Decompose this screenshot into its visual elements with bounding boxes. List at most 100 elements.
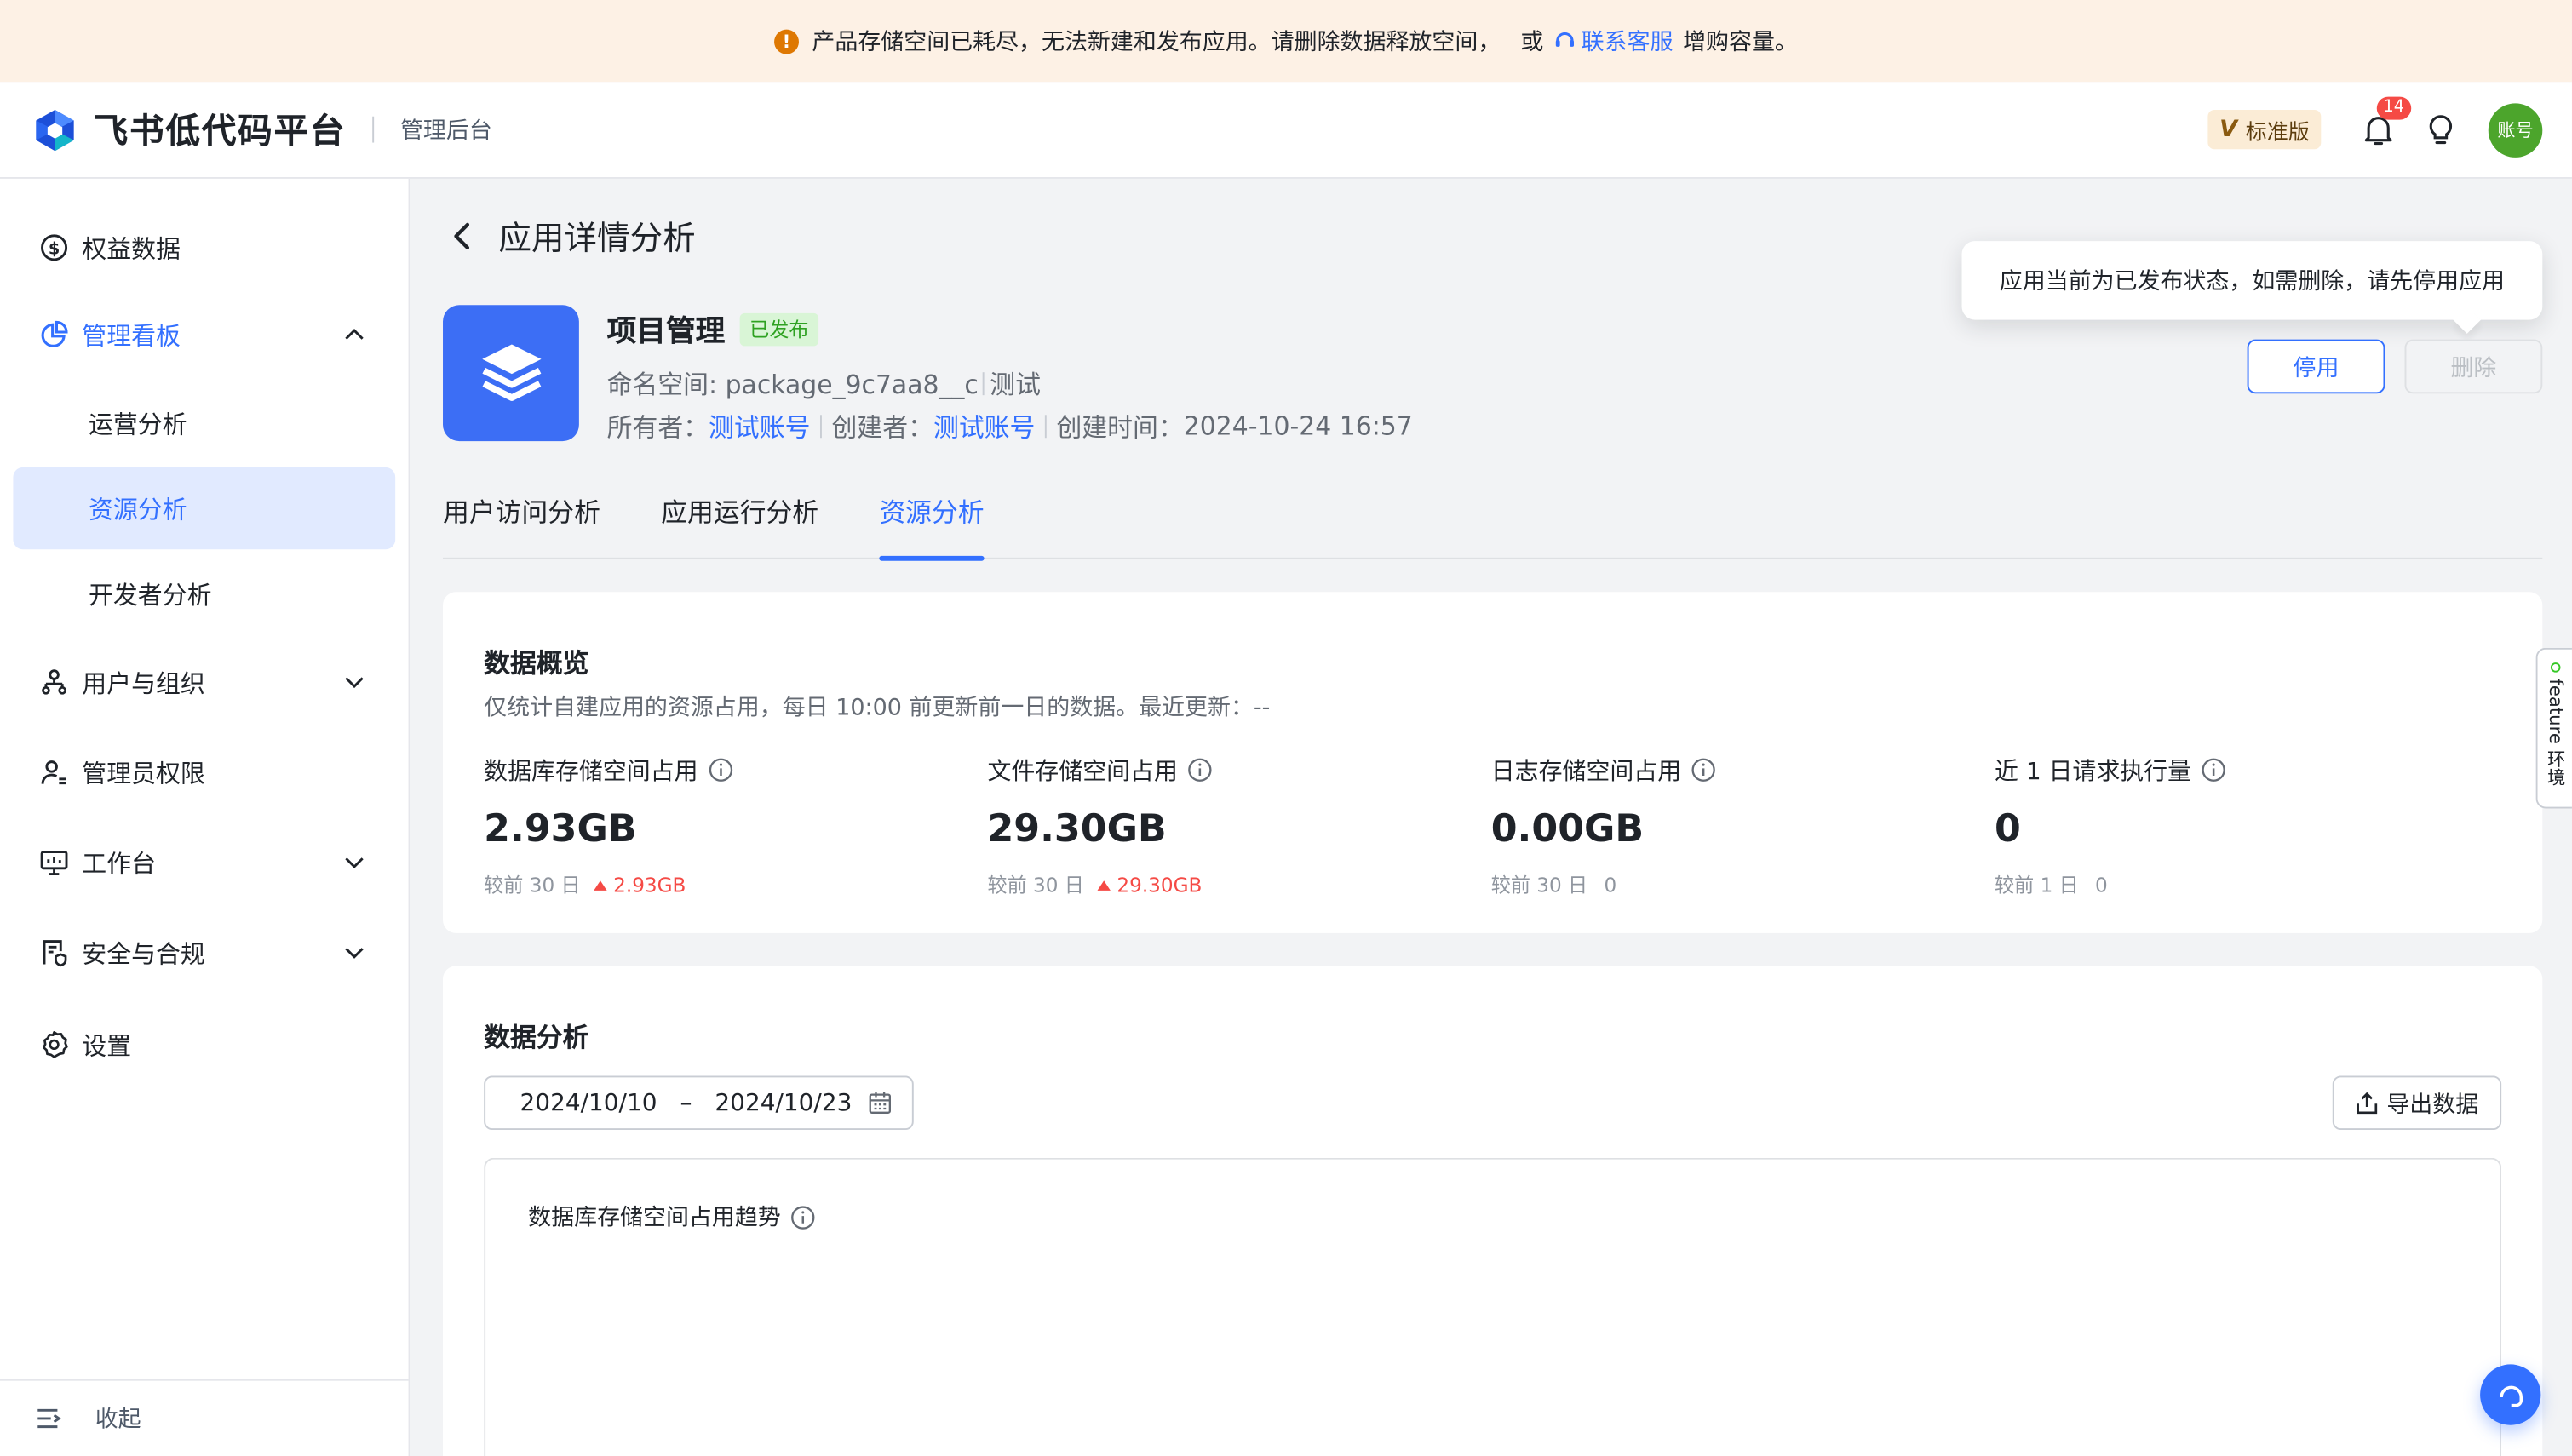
stat-value: 29.30GB [987,808,1167,851]
stat-value: 0 [1995,808,2021,851]
sidebar-item-resources[interactable]: 资源分析 [13,467,396,550]
pie-chart-icon [39,320,69,350]
meta-divider [1044,415,1047,439]
banner-suffix: 增购容量。 [1683,29,1798,56]
info-icon[interactable] [790,1205,815,1230]
stat-requests: 近 1 日请求执行量 0 较前 1 日0 [1995,753,2487,898]
export-data-button[interactable]: 导出数据 [2332,1075,2502,1131]
contact-support-link[interactable]: 联系客服 [1553,25,1674,58]
org-icon [39,668,69,697]
banner-or: 或 [1520,29,1544,56]
sidebar-item-settings[interactable]: 设置 [13,1004,395,1086]
analysis-title: 数据分析 [484,1021,589,1053]
overview-desc: 仅统计自建应用的资源占用，每日 10:00 前更新前一日的数据。最近更新：-- [484,695,1271,722]
chevron-down-icon [345,677,364,689]
tab-resources[interactable]: 资源分析 [879,490,985,561]
stat-delta: 2.93GB [594,874,686,897]
sidebar-item-admin[interactable]: 管理员权限 [13,731,395,813]
user-admin-icon [39,758,69,788]
delete-tooltip: 应用当前为已发布状态，如需删除，请先停用应用 [1961,241,2543,320]
layers-icon [481,343,541,400]
sidebar-item-users-org[interactable]: 用户与组织 [13,641,395,723]
sidebar-item-developers[interactable]: 开发者分析 [13,553,395,634]
shield-doc-icon [39,938,69,968]
logo-icon [36,109,74,151]
stat-value: 0.00GB [1490,808,1645,851]
sidebar-item-benefits[interactable]: $ 权益数据 [13,207,395,289]
app-owner-row: 所有者： 测试账号 创建者： 测试账号 创建时间： 2024-10-24 16:… [607,409,1413,444]
created-label: 创建时间： [1056,413,1184,444]
creator-label: 创建者： [831,413,933,444]
stat-db-storage: 数据库存储空间占用 2.93GB 较前 30 日 2.93GB [484,753,976,898]
meta-divider [983,372,985,396]
meta-divider [820,415,822,439]
stat-file-storage: 文件存储空间占用 29.30GB 较前 30 日 29.30GB [987,753,1479,898]
info-icon[interactable] [708,758,732,782]
sidebar-item-security[interactable]: 安全与合规 [13,912,395,994]
lightbulb-icon [2429,115,2453,145]
help-float-button[interactable] [2480,1364,2541,1425]
warning-icon: ! [774,28,799,54]
stat-delta: 0 [2095,873,2108,897]
range-separator: – [680,1089,692,1116]
sidebar: $ 权益数据 管理看板 运营分析 资源分析 开发者分析 用户与组织 管理员权限 [0,178,410,1456]
stat-value: 2.93GB [484,808,637,851]
sidebar-item-workbench[interactable]: 工作台 [13,822,395,903]
logo[interactable]: 飞书低代码平台 [33,105,347,154]
app-info: 项目管理 已发布 命名空间: package_9c7aa8__c 测试 所有者：… [607,308,1413,444]
owner-label: 所有者： [606,413,709,444]
collapse-sidebar-button[interactable]: 收起 [0,1379,409,1456]
chevron-down-icon [345,948,364,959]
edition-badge[interactable]: V 标准版 [2207,110,2322,150]
environment: 测试 [990,370,1042,400]
dollar-circle-icon: $ [39,232,69,262]
info-icon[interactable] [2202,758,2226,782]
delete-button[interactable]: 删除 [2404,339,2543,394]
headset-icon [2499,1384,2523,1407]
tab-user-access[interactable]: 用户访问分析 [443,490,600,559]
status-badge: 已发布 [739,312,819,347]
overview-title: 数据概览 [484,647,589,679]
disable-button[interactable]: 停用 [2247,339,2385,394]
notification-count: 14 [2376,96,2411,120]
sidebar-item-operations[interactable]: 运营分析 [13,382,395,464]
avatar[interactable]: 账号 [2488,102,2543,157]
chevron-down-icon [345,857,364,868]
stat-log-storage: 日志存储空间占用 0.00GB 较前 30 日0 [1491,753,1984,898]
status-dot-icon [2549,662,2560,673]
top-header: 飞书低代码平台 管理后台 V 标准版 14 账号 [0,82,2572,179]
info-icon[interactable] [1187,758,1212,782]
logo-text: 飞书低代码平台 [93,111,347,152]
svg-text:$: $ [49,239,60,259]
sidebar-item-dashboard[interactable]: 管理看板 [13,294,395,375]
gear-icon [39,1030,69,1060]
tab-app-runtime[interactable]: 应用运行分析 [661,490,818,559]
monitor-icon [39,848,69,878]
db-storage-trend-chart: 数据库存储空间占用趋势 [484,1157,2502,1456]
start-date: 2024/10/10 [520,1089,657,1116]
notification-button[interactable]: 14 [2361,96,2411,147]
tips-button[interactable] [2423,112,2459,147]
page-title: 应用详情分析 [498,218,696,258]
collapse-icon [36,1407,62,1430]
support-icon [1555,32,1574,47]
namespace: 命名空间: package_9c7aa8__c [606,370,979,400]
header-subtitle: 管理后台 [399,118,492,145]
owner-link[interactable]: 测试账号 [709,409,810,444]
chevron-up-icon [345,329,364,340]
calendar-icon [868,1091,893,1115]
app-icon [443,305,579,442]
date-range-picker[interactable]: 2024/10/10 – 2024/10/23 [484,1075,914,1131]
app-name: 项目管理 [606,314,726,350]
back-arrow-icon[interactable] [450,221,476,250]
created-time: 2024-10-24 16:57 [1183,411,1413,442]
app-namespace-row: 命名空间: package_9c7aa8__c 测试 [607,365,1413,401]
analysis-tabs: 用户访问分析 应用运行分析 资源分析 [443,490,2543,561]
creator-link[interactable]: 测试账号 [933,409,1035,444]
stat-delta: 0 [1604,873,1617,897]
feature-env-tab[interactable]: feature 环境 [2535,647,2572,809]
chart-title: 数据库存储空间占用趋势 [528,1205,781,1232]
header-divider [372,116,375,143]
overview-card: 数据概览 仅统计自建应用的资源占用，每日 10:00 前更新前一日的数据。最近更… [443,592,2543,933]
info-icon[interactable] [1691,758,1716,782]
